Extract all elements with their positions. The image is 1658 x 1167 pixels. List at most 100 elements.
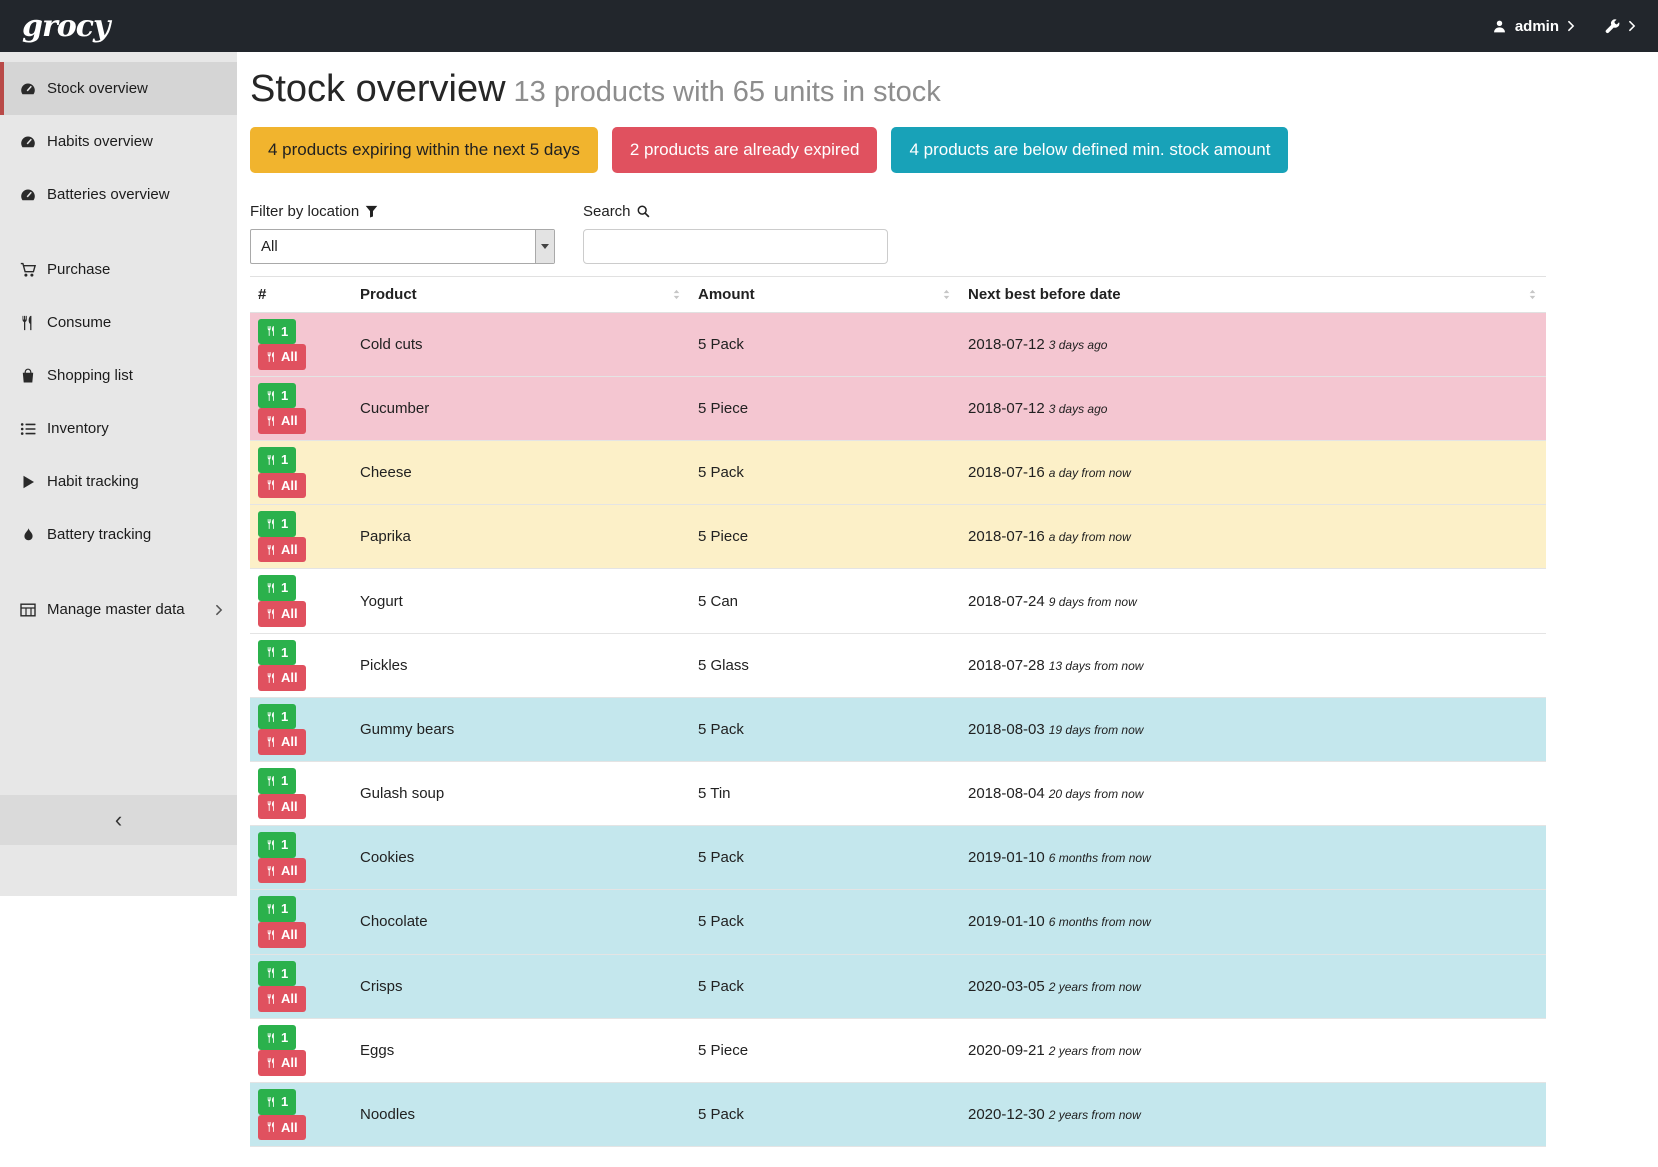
sidebar-item-label: Shopping list	[47, 367, 133, 384]
row-actions-cell: 1All	[250, 954, 352, 1018]
sidebar-item-stock-overview[interactable]: Stock overview	[0, 62, 237, 115]
consume-one-button[interactable]: 1	[258, 575, 296, 601]
consume-one-button[interactable]: 1	[258, 511, 296, 537]
consume-all-button[interactable]: All	[258, 729, 306, 755]
product-name: Cookies	[352, 826, 690, 890]
search-input[interactable]	[583, 229, 888, 264]
utensils-icon	[266, 608, 277, 620]
consume-all-button[interactable]: All	[258, 858, 306, 884]
column-header-product[interactable]: Product	[352, 276, 690, 312]
sidebar-item-batteries-overview[interactable]: Batteries overview	[0, 168, 237, 221]
consume-all-button[interactable]: All	[258, 986, 306, 1012]
product-amount: 5 Pack	[690, 1082, 960, 1146]
sort-icon[interactable]	[1527, 288, 1538, 301]
best-before-relative: 2 years from now	[1049, 980, 1141, 994]
utensils-icon	[266, 993, 277, 1005]
row-actions-cell: 1All	[250, 1082, 352, 1146]
sidebar-item-consume[interactable]: Consume	[0, 296, 237, 349]
row-actions-cell: 1All	[250, 505, 352, 569]
product-amount: 5 Pack	[690, 697, 960, 761]
sidebar-item-manage-master-data[interactable]: Manage master data	[0, 583, 237, 636]
best-before-date: 2018-08-0319 days from now	[960, 697, 1546, 761]
consume-one-button[interactable]: 1	[258, 383, 296, 409]
consume-all-button[interactable]: All	[258, 473, 306, 499]
product-name: Gulash soup	[352, 762, 690, 826]
product-amount: 5 Piece	[690, 1018, 960, 1082]
row-actions-cell: 1All	[250, 376, 352, 440]
product-amount: 5 Glass	[690, 633, 960, 697]
user-menu[interactable]: admin	[1492, 18, 1575, 35]
location-filter-select[interactable]: All	[250, 229, 555, 264]
sort-icon[interactable]	[941, 288, 952, 301]
consume-all-button[interactable]: All	[258, 537, 306, 563]
filters-row: Filter by location All Search	[250, 203, 1546, 264]
consume-one-button[interactable]: 1	[258, 640, 296, 666]
sidebar-item-inventory[interactable]: Inventory	[0, 402, 237, 455]
sort-icon[interactable]	[671, 288, 682, 301]
consume-one-button[interactable]: 1	[258, 319, 296, 345]
sidebar-collapse-button[interactable]: ‹	[0, 795, 237, 845]
best-before-relative: 19 days from now	[1049, 723, 1144, 737]
utensils-icon	[266, 544, 277, 556]
sidebar-item-label: Manage master data	[47, 601, 185, 618]
sidebar-item-habits-overview[interactable]: Habits overview	[0, 115, 237, 168]
product-amount: 5 Pack	[690, 441, 960, 505]
best-before-date-value: 2020-03-05	[968, 978, 1045, 995]
stock-row-gulash-soup: 1AllGulash soup5 Tin2018-08-0420 days fr…	[250, 762, 1546, 826]
stock-row-cucumber: 1AllCucumber5 Piece2018-07-123 days ago	[250, 376, 1546, 440]
select-dropdown-button[interactable]	[535, 230, 554, 263]
topbar-right: admin	[1492, 18, 1636, 35]
utensils-icon	[266, 1121, 277, 1133]
consume-all-button[interactable]: All	[258, 794, 306, 820]
utensils-icon	[266, 903, 277, 915]
best-before-relative: 2 years from now	[1049, 1108, 1141, 1122]
product-amount: 5 Pack	[690, 890, 960, 954]
stock-row-pickles: 1AllPickles5 Glass2018-07-2813 days from…	[250, 633, 1546, 697]
app-logo[interactable]: grocy	[22, 9, 110, 44]
settings-menu[interactable]	[1605, 19, 1636, 34]
sidebar-item-shopping-list[interactable]: Shopping list	[0, 349, 237, 402]
utensils-icon	[266, 582, 277, 594]
best-before-date: 2018-07-123 days ago	[960, 376, 1546, 440]
row-actions-cell: 1All	[250, 762, 352, 826]
consume-all-button[interactable]: All	[258, 1050, 306, 1076]
consume-all-button[interactable]: All	[258, 1115, 306, 1141]
sidebar-item-purchase[interactable]: Purchase	[0, 243, 237, 296]
sidebar-item-habit-tracking[interactable]: Habit tracking	[0, 455, 237, 508]
consume-one-button[interactable]: 1	[258, 896, 296, 922]
product-amount: 5 Piece	[690, 505, 960, 569]
column-header-best-before[interactable]: Next best before date	[960, 276, 1546, 312]
stock-row-cookies: 1AllCookies5 Pack2019-01-106 months from…	[250, 826, 1546, 890]
alerts-row: 4 products expiring within the next 5 da…	[250, 127, 1546, 173]
consume-all-button[interactable]: All	[258, 408, 306, 434]
expiring-products-alert-button[interactable]: 4 products expiring within the next 5 da…	[250, 127, 598, 173]
utensils-icon	[266, 967, 277, 979]
consume-one-button[interactable]: 1	[258, 832, 296, 858]
wrench-icon	[1605, 19, 1620, 34]
best-before-date-value: 2018-07-16	[968, 464, 1045, 481]
consume-one-button[interactable]: 1	[258, 447, 296, 473]
best-before-date: 2020-03-05 2 years from now	[960, 954, 1546, 1018]
chevron-right-icon	[215, 604, 223, 616]
consume-one-button[interactable]: 1	[258, 704, 296, 730]
best-before-relative: 3 days ago	[1049, 402, 1108, 416]
consume-all-button[interactable]: All	[258, 344, 306, 370]
consume-all-button[interactable]: All	[258, 665, 306, 691]
sidebar-item-battery-tracking[interactable]: Battery tracking	[0, 508, 237, 561]
expired-products-alert-button[interactable]: 2 products are already expired	[612, 127, 878, 173]
column-header-amount[interactable]: Amount	[690, 276, 960, 312]
consume-one-button[interactable]: 1	[258, 1089, 296, 1115]
best-before-date: 2020-09-212 years from now	[960, 1018, 1546, 1082]
consume-all-button[interactable]: All	[258, 922, 306, 948]
consume-all-button[interactable]: All	[258, 601, 306, 627]
consume-one-button[interactable]: 1	[258, 961, 296, 987]
consume-one-button[interactable]: 1	[258, 1025, 296, 1051]
best-before-date: 2018-07-249 days from now	[960, 569, 1546, 633]
sidebar-item-label: Consume	[47, 314, 111, 331]
below-min-stock-alert-button[interactable]: 4 products are below defined min. stock …	[891, 127, 1288, 173]
sidebar-item-label: Habit tracking	[47, 473, 139, 490]
consume-one-button[interactable]: 1	[258, 768, 296, 794]
best-before-date-value: 2018-07-12	[968, 336, 1045, 353]
sidebar-item-label: Habits overview	[47, 133, 153, 150]
best-before-date: 2020-12-302 years from now	[960, 1082, 1546, 1146]
